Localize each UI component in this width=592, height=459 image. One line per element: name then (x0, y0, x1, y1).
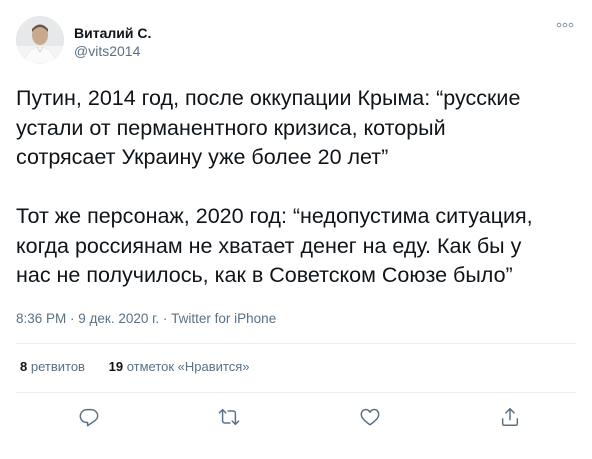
tweet-date[interactable]: 9 дек. 2020 г. (78, 311, 159, 326)
avatar[interactable] (16, 16, 64, 64)
tweet-actions (0, 400, 592, 434)
retweets-count: 8 (20, 359, 28, 374)
heart-icon[interactable] (357, 404, 383, 430)
divider (16, 392, 576, 393)
likes-stat[interactable]: 19 отметок «Нравится» (109, 359, 250, 374)
tweet-time[interactable]: 8:36 PM (16, 311, 66, 326)
likes-label: отметок «Нравится» (126, 359, 250, 374)
meta-separator: · (66, 311, 79, 326)
user-handle[interactable]: @vits2014 (74, 42, 151, 60)
tweet-text: Путин, 2014 год, после оккупации Крыма: … (16, 86, 533, 287)
share-icon[interactable] (497, 404, 523, 430)
display-name[interactable]: Виталий С. (74, 24, 151, 42)
divider (16, 343, 576, 344)
tweet-source[interactable]: Twitter for iPhone (171, 311, 276, 326)
avatar-image (16, 16, 64, 64)
tweet-meta: 8:36 PM · 9 дек. 2020 г. · Twitter for i… (16, 310, 276, 328)
more-dots-icon[interactable] (554, 18, 576, 32)
tweet-header: Виталий С. @vits2014 (16, 16, 576, 66)
reply-icon[interactable] (76, 404, 102, 430)
meta-separator: · (159, 311, 172, 326)
tweet-card: Виталий С. @vits2014 Путин, 2014 год, по… (0, 0, 592, 459)
tweet-stats: 8 ретвитов 19 отметок «Нравится» (20, 358, 269, 376)
user-info: Виталий С. @vits2014 (74, 24, 151, 60)
retweets-label: ретвитов (30, 359, 85, 374)
likes-count: 19 (108, 359, 124, 374)
retweet-icon[interactable] (216, 404, 242, 430)
retweets-stat[interactable]: 8 ретвитов (20, 359, 85, 374)
